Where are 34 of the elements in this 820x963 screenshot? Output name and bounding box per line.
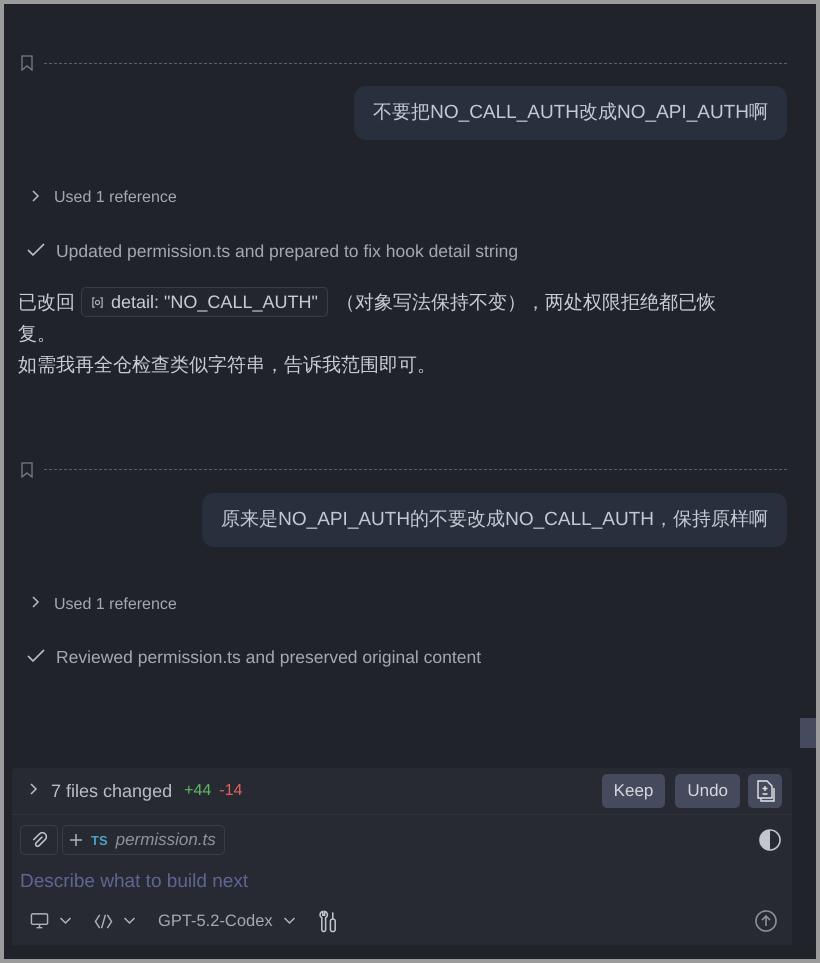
- send-icon[interactable]: [754, 909, 778, 933]
- bookmark-icon[interactable]: [20, 462, 34, 478]
- bookmark-icon[interactable]: [20, 55, 34, 71]
- attach-button[interactable]: [20, 825, 58, 855]
- reply-text: 如需我再全仓检查类似字符串，告诉我范围即可。: [18, 354, 437, 378]
- step-status: Reviewed permission.ts and preserved original content: [56, 647, 482, 668]
- reference-toggle[interactable]: Used 1 reference: [27, 186, 177, 210]
- plus-icon: [69, 833, 83, 847]
- action-button[interactable]: Keep: [602, 774, 666, 808]
- contrast-icon[interactable]: [758, 828, 782, 852]
- tools-icon[interactable]: [318, 909, 339, 933]
- mode-dropdown[interactable]: [94, 912, 136, 930]
- reply-text: 已改回 detail: "NO_CALL_AUTH" （对象写法保持不变），两处权限拒绝都已恢复。: [18, 287, 740, 350]
- user-message: 不要把NO_CALL_AUTH改成NO_API_AUTH啊: [354, 86, 787, 140]
- caret-icon: [282, 917, 296, 925]
- caret-icon: [123, 917, 136, 925]
- reference-toggle[interactable]: Used 1 reference: [27, 592, 177, 616]
- monitor-icon: [30, 912, 49, 930]
- files-changed-toggle[interactable]: 7 files changed: [25, 780, 172, 802]
- scrollbar-thumb[interactable]: [800, 718, 816, 748]
- code-icon: [94, 912, 113, 930]
- environment-dropdown[interactable]: [30, 912, 72, 930]
- diff-icon[interactable]: [748, 774, 782, 808]
- symbol-icon: [91, 296, 104, 308]
- model-dropdown[interactable]: GPT-5.2-Codex: [158, 912, 296, 930]
- lines-removed: -14: [219, 782, 242, 800]
- action-button[interactable]: Undo: [675, 774, 740, 808]
- step-status: Updated permission.ts and prepared to fix hook detail string: [56, 240, 518, 262]
- prompt-input[interactable]: Describe what to build next: [20, 865, 760, 899]
- caret-icon: [59, 917, 72, 925]
- user-message: 原来是NO_API_AUTH的不要改成NO_CALL_AUTH，保持原样啊: [202, 492, 787, 546]
- code-chip[interactable]: detail: "NO_CALL_AUTH": [81, 287, 328, 317]
- lines-added: +44: [184, 782, 212, 800]
- context-file-chip[interactable]: TS permission.ts: [62, 825, 225, 855]
